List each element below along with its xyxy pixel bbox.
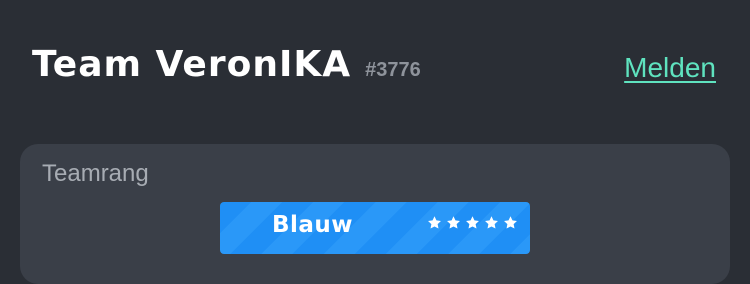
team-rank-label: Teamrang [42,160,149,187]
report-link[interactable]: Melden [624,52,716,84]
rank-badge: Blauw [220,202,530,254]
team-header: Team VeronIKA #3776 Melden [0,0,750,140]
rank-name: Blauw [272,212,354,238]
team-rank-card: Teamrang Blauw [20,144,730,284]
star-icon [447,216,460,229]
rank-stars [427,215,518,230]
star-icon [485,216,498,229]
star-icon [428,216,441,229]
star-icon [466,216,479,229]
team-name: Team VeronIKA [32,44,352,85]
team-id: #3776 [365,59,421,81]
team-title: Team VeronIKA #3776 [32,44,421,85]
star-icon [504,216,517,229]
